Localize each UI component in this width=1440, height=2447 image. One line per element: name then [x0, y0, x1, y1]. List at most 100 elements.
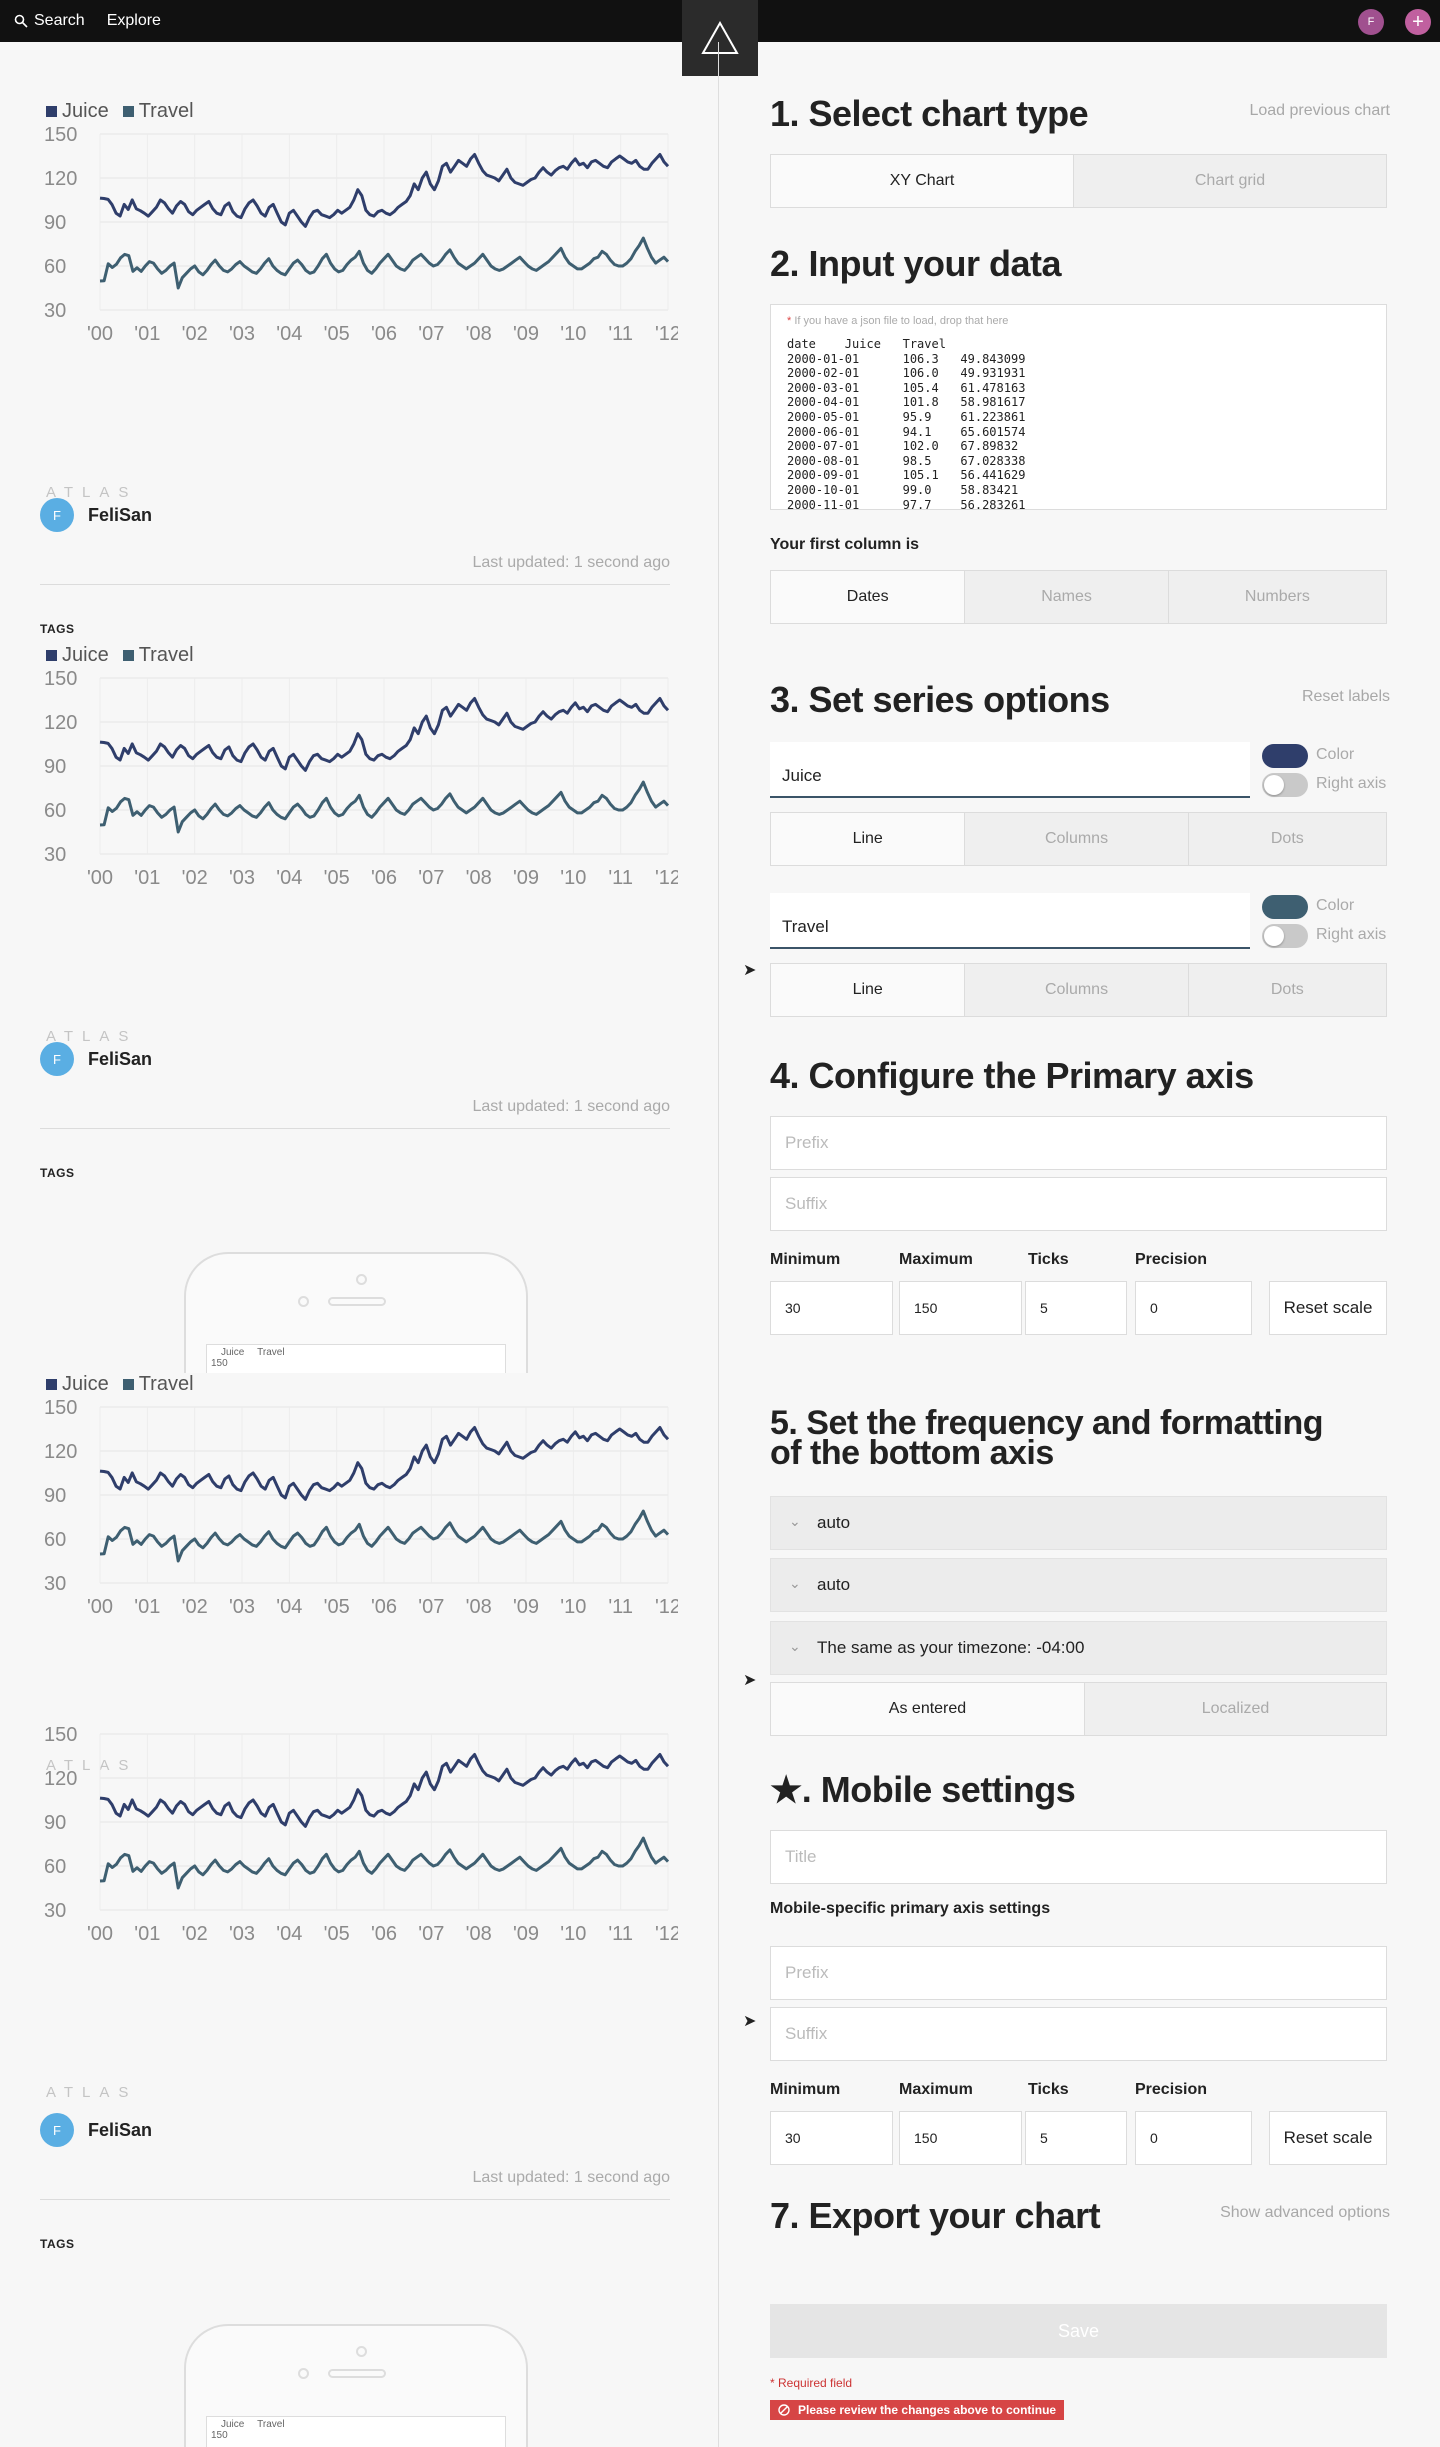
frequency-value: auto — [817, 1513, 851, 1532]
mobile-maximum-input[interactable]: 150 — [899, 2111, 1022, 2165]
mobile-title-input[interactable]: Title — [770, 1830, 1387, 1884]
option-as-entered[interactable]: As entered — [771, 1683, 1084, 1735]
right-axis-toggle-juice[interactable] — [1262, 773, 1308, 797]
user-avatar[interactable]: F — [1358, 9, 1384, 35]
mobile-reset-scale-button[interactable]: Reset scale — [1269, 2111, 1387, 2165]
series-label-input-travel[interactable]: Travel — [770, 893, 1250, 949]
legend-item-travel: Travel — [122, 1373, 194, 1396]
first-column-label: Your first column is — [770, 536, 920, 553]
option-xy-chart[interactable]: XY Chart — [771, 155, 1074, 207]
section-title-input-data: 2. Input your data — [770, 243, 1062, 284]
tags-label: TAGS — [40, 622, 75, 636]
color-swatch-juice[interactable] — [1262, 744, 1308, 768]
panel-divider — [718, 42, 719, 2447]
series-label-input-juice[interactable]: Juice — [770, 742, 1250, 798]
error-banner: Please review the changes above to conti… — [770, 2400, 1065, 2420]
color-swatch-travel[interactable] — [1262, 895, 1308, 919]
minimum-input[interactable]: 30 — [770, 1281, 893, 1335]
author-name: FeliSan — [88, 504, 153, 525]
chart-preview: Juice Travel 150 120 90 60 30 '00 '01 '02 '03 '04… — [38, 100, 678, 501]
option-dots[interactable]: Dots — [1187, 964, 1387, 1016]
data-text: date Juice Travel 2000-01-01 106.3 49.84… — [787, 337, 1026, 510]
last-updated: Last updated: 1 second ago — [472, 554, 671, 571]
load-previous-chart-link[interactable]: Load previous chart — [1190, 102, 1390, 120]
format-dropdown[interactable]: ⌄ auto — [770, 1558, 1387, 1612]
save-button[interactable]: Save — [770, 2304, 1387, 2358]
author[interactable]: F FeliSan — [40, 2113, 152, 2147]
x-tick-label: '03 — [229, 1596, 255, 1618]
option-chart-grid[interactable]: Chart grid — [1073, 155, 1386, 207]
series-type-selector-travel: Line Columns Dots — [770, 963, 1387, 1017]
tags-label: TAGS — [40, 1166, 75, 1180]
x-tick-label: '09 — [513, 867, 539, 889]
y-tick-label: 90 — [44, 1812, 66, 1834]
mobile-minimum-input[interactable]: 30 — [770, 2111, 893, 2165]
explore-link[interactable]: Explore — [107, 12, 161, 30]
suffix-input[interactable]: Suffix — [770, 1177, 1387, 1231]
mobile-suffix-input[interactable]: Suffix — [770, 2007, 1387, 2061]
separator — [40, 584, 670, 585]
mouse-cursor-icon: ➤ — [743, 962, 757, 979]
maximum-input[interactable]: 150 — [899, 1281, 1022, 1335]
option-names[interactable]: Names — [964, 571, 1168, 623]
line-chart: 150 120 90 60 30 '00 '01 '02 '03 '04 '05 '06 '07 '08 '… — [44, 124, 678, 345]
mobile-precision-input[interactable]: 0 — [1135, 2111, 1252, 2165]
x-tick-label: '02 — [182, 1923, 208, 1945]
chart-legend: Juice Travel — [46, 100, 194, 123]
timezone-mode-selector: As entered Localized — [770, 1682, 1387, 1736]
y-tick-label: 60 — [44, 1856, 66, 1878]
x-tick-label: '11 — [608, 867, 633, 889]
x-tick-label: '00 — [87, 867, 113, 889]
ticks-input[interactable]: 5 — [1025, 1281, 1127, 1335]
atlas-watermark: ATLAS — [46, 2084, 138, 2101]
right-axis-label: Right axis — [1316, 775, 1387, 792]
option-dots[interactable]: Dots — [1187, 813, 1387, 865]
option-columns[interactable]: Columns — [964, 813, 1188, 865]
new-chart-button[interactable]: + — [1405, 9, 1431, 35]
author[interactable]: F FeliSan — [40, 498, 152, 532]
x-tick-label: '07 — [418, 867, 444, 889]
phone-sensor-icon — [298, 2368, 309, 2379]
option-columns[interactable]: Columns — [964, 964, 1188, 1016]
phone-speaker-icon — [328, 2369, 386, 2378]
search-link[interactable]: Search — [14, 12, 85, 30]
mobile-ticks-input[interactable]: 5 — [1025, 2111, 1127, 2165]
x-tick-label: '04 — [276, 323, 302, 345]
chevron-down-icon: ⌄ — [789, 1575, 801, 1591]
reset-labels-link[interactable]: Reset labels — [1190, 688, 1390, 706]
option-line[interactable]: Line — [771, 813, 965, 865]
x-tick-label: '01 — [134, 1923, 160, 1945]
precision-input[interactable]: 0 — [1135, 1281, 1252, 1335]
x-tick-label: '09 — [513, 1596, 539, 1618]
x-tick-label: '03 — [229, 1923, 255, 1945]
show-advanced-options-link[interactable]: Show advanced options — [1150, 2204, 1390, 2222]
y-tick-label: 60 — [44, 800, 66, 822]
prefix-input[interactable]: Prefix — [770, 1116, 1387, 1170]
mobile-prefix-input[interactable]: Prefix — [770, 1946, 1387, 2000]
option-localized[interactable]: Localized — [1083, 1683, 1386, 1735]
timezone-dropdown[interactable]: ⌄ The same as your timezone: -04:00 — [770, 1621, 1387, 1675]
x-tick-label: '00 — [87, 323, 113, 345]
option-dates[interactable]: Dates — [771, 571, 965, 623]
x-tick-label: '05 — [324, 867, 350, 889]
x-tick-label: '02 — [182, 1596, 208, 1618]
x-tick-label: '07 — [418, 323, 444, 345]
frequency-dropdown[interactable]: ⌄ auto — [770, 1496, 1387, 1550]
x-tick-label: '12 — [655, 1923, 678, 1945]
legend-item-juice: Juice — [46, 1373, 109, 1396]
x-tick-label: '06 — [371, 323, 397, 345]
chart-legend: Juice Travel — [46, 644, 194, 667]
line-chart: 150 120 90 60 30 '00 '01 '02 '03 '04 '05 '06 '07 '08 '… — [44, 1397, 678, 1618]
data-textarea[interactable]: * If you have a json file to load, drop … — [770, 304, 1387, 510]
option-line[interactable]: Line — [771, 964, 965, 1016]
author[interactable]: F FeliSan — [40, 1042, 152, 1076]
author-avatar: F — [40, 498, 74, 532]
option-numbers[interactable]: Numbers — [1167, 571, 1387, 623]
data-hint: * If you have a json file to load, drop … — [787, 315, 1009, 327]
mobile-preview: Juice Travel 150 — [184, 2324, 528, 2447]
y-tick-label: 120 — [44, 1768, 77, 1790]
reset-scale-button[interactable]: Reset scale — [1269, 1281, 1387, 1335]
x-tick-label: '09 — [513, 323, 539, 345]
right-axis-toggle-travel[interactable] — [1262, 924, 1308, 948]
y-tick-label: 30 — [44, 300, 66, 322]
